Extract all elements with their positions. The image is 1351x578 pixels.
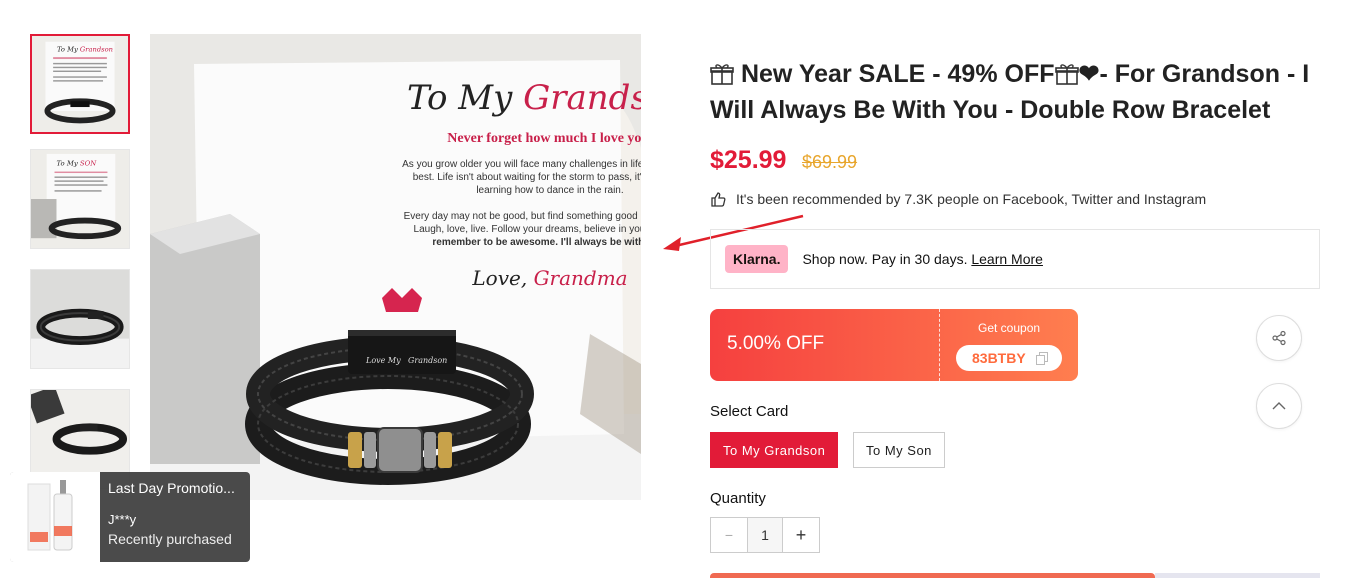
popup-user: J***y <box>108 512 137 527</box>
quantity-input[interactable]: 1 <box>747 518 783 552</box>
gift-icon-2 <box>1054 64 1079 85</box>
card-signature: Love, Grandma <box>472 266 628 290</box>
klarna-logo: Klarna. <box>725 245 789 273</box>
card-body-paragraph-1: As you grow older you will face many cha… <box>402 159 641 196</box>
option-to-my-grandson[interactable]: To My Grandson <box>710 432 839 468</box>
klarna-banner: Klarna. Shop now. Pay in 30 days. Learn … <box>710 229 1320 289</box>
option-label: Select Card <box>710 403 789 420</box>
share-icon <box>1272 330 1286 346</box>
quantity-increase-button[interactable]: + <box>783 518 819 552</box>
thumbnail-son-image: To My SON <box>31 150 129 248</box>
card-subtitle: Never forget how much I love you. <box>447 131 641 146</box>
clasp-engraving-left: Love My <box>366 356 401 365</box>
main-product-image[interactable]: To My Grandson, Never forget how much I … <box>150 34 641 500</box>
quantity-decrease-button[interactable]: − <box>711 518 747 552</box>
popup-status: Recently purchased <box>108 531 232 547</box>
copy-icon <box>1035 351 1048 365</box>
svg-text:To My SON: To My SON <box>56 160 97 168</box>
recommendation-text: It's been recommended by 7.3K people on … <box>736 191 1207 207</box>
klarna-message: Shop now. Pay in 30 days. Learn More <box>802 251 1043 267</box>
clasp-engraving-right: Grandson <box>408 356 448 365</box>
coupon-divider <box>939 309 940 381</box>
coupon-code-button[interactable]: 83BTBY <box>956 345 1062 371</box>
coupon-discount: 5.00% OFF <box>727 333 825 354</box>
option-to-my-son[interactable]: To My Son <box>853 432 945 468</box>
recent-purchase-popup[interactable]: Last Day Promotio... J***y Recently purc… <box>10 472 250 562</box>
thumbnail-1[interactable]: To My Grandson <box>30 34 130 134</box>
thumbnail-closeup-image <box>31 270 129 368</box>
quantity-stepper: − 1 + <box>710 517 820 553</box>
share-button[interactable] <box>1256 315 1302 361</box>
popup-product-image <box>10 472 100 562</box>
sale-price: $25.99 <box>710 146 787 174</box>
card-body-paragraph-2: Every day may not be good, but find some… <box>403 211 641 248</box>
thumbnail-grandson-image: To My Grandson <box>32 36 128 132</box>
klarna-learn-more-link[interactable]: Learn More <box>971 251 1043 267</box>
coupon-get-label: Get coupon <box>978 321 1041 335</box>
coupon-code: 83BTBY <box>972 350 1026 366</box>
scroll-to-top-button[interactable] <box>1256 383 1302 429</box>
gift-icon <box>710 64 734 85</box>
compare-at-price: $69.99 <box>802 152 858 172</box>
thumbnail-2[interactable]: To My SON <box>30 149 130 249</box>
quantity-label: Quantity <box>710 490 766 507</box>
coupon-card: 5.00% OFF Get coupon 83BTBY <box>710 309 1078 381</box>
social-proof: It's been recommended by 7.3K people on … <box>710 191 1206 207</box>
popup-content: Last Day Promotio... J***y Recently purc… <box>100 472 240 562</box>
svg-text:To My Grandson: To My Grandson <box>57 45 113 53</box>
add-to-cart-button[interactable] <box>710 573 1155 578</box>
card-heading: To My Grandson, <box>406 78 641 118</box>
serum-product-image <box>10 472 100 562</box>
product-title: New Year SALE - 49% OFF ❤- For Grandson … <box>710 60 1310 124</box>
buy-now-button[interactable] <box>1155 573 1320 578</box>
thumbs-up-icon <box>711 192 726 207</box>
thumbnail-3[interactable] <box>30 269 130 369</box>
popup-title: Last Day Promotio... <box>108 480 235 496</box>
chevron-up-icon <box>1272 402 1286 410</box>
